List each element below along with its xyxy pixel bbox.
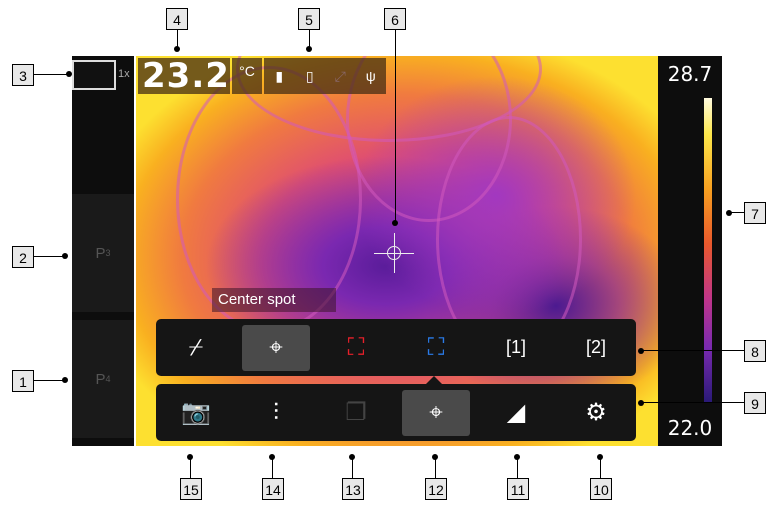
tooltip: Center spot [212, 288, 336, 312]
wifi-off-icon: ⤢ [334, 67, 346, 84]
usb-icon: ψ [365, 68, 376, 84]
callout-11: 11 [507, 478, 529, 500]
callout-1: 1 [12, 370, 34, 392]
callout-dot [638, 348, 644, 354]
preset-p4-letter: P [95, 370, 106, 388]
callout-dot [432, 454, 438, 460]
callout-14: 14 [262, 478, 284, 500]
callout-dot [349, 454, 355, 460]
callout-10: 10 [590, 478, 612, 500]
sd-card-icon: ▯ [305, 67, 314, 84]
callout-dot [306, 46, 312, 52]
toolbar-caret [426, 376, 442, 384]
callout-line [642, 350, 744, 351]
user-preset-1-icon[interactable]: [1] [482, 325, 550, 371]
callout-8: 8 [744, 340, 766, 362]
overlay-icon[interactable]: ❐ [322, 390, 390, 436]
preset-p3-number: 3 [105, 248, 111, 258]
scale-bar [704, 98, 712, 402]
no-measurement-icon[interactable]: ⌿ [162, 325, 230, 371]
callout-13: 13 [342, 478, 364, 500]
callout-2: 2 [12, 246, 34, 268]
callout-dot [269, 454, 275, 460]
callout-line [34, 256, 64, 257]
callout-line [352, 458, 353, 478]
callout-line [190, 458, 191, 478]
measurement-toolbar: ⌿ ⌖ ⛶ ⛶ [1] [2] [156, 319, 636, 376]
callout-dot [62, 377, 68, 383]
callout-15: 15 [180, 478, 202, 500]
callout-line [517, 458, 518, 478]
callout-12: 12 [425, 478, 447, 500]
settings-icon[interactable]: ⚙ [562, 390, 630, 436]
camera-icon[interactable]: 📷 [162, 390, 230, 436]
callout-dot [392, 220, 398, 226]
measurement-icon[interactable]: ⌖ [402, 389, 470, 436]
callout-line [730, 212, 744, 213]
callout-line [34, 74, 68, 75]
user-preset-2-icon[interactable]: [2] [562, 325, 630, 371]
zoom-button[interactable] [72, 60, 116, 90]
temperature-scale: 28.7 22.0 [658, 56, 722, 446]
callout-dot [597, 454, 603, 460]
callout-line [642, 402, 744, 403]
color-palette-icon[interactable]: ◢ [482, 390, 550, 436]
preset-p4-number: 4 [105, 374, 111, 384]
scale-min[interactable]: 22.0 [662, 416, 718, 440]
main-toolbar: 📷 ⫶ ❐ ⌖ ◢ ⚙ [156, 384, 636, 441]
status-icons: ▮ ▯ ⤢ ψ [264, 58, 386, 94]
left-sidebar: 1x P3 P4 [72, 56, 134, 446]
callout-dot [62, 253, 68, 259]
preset-p3-letter: P [95, 244, 106, 262]
hot-spot-icon[interactable]: ⛶ [322, 325, 390, 371]
callout-dot [66, 71, 72, 77]
callout-line [435, 458, 436, 478]
callout-dot [187, 454, 193, 460]
cold-spot-icon[interactable]: ⛶ [402, 325, 470, 371]
callout-5: 5 [298, 8, 320, 30]
temperature-readout: 23.2 [142, 56, 230, 96]
callout-dot [726, 210, 732, 216]
callout-6: 6 [384, 8, 406, 30]
scale-max[interactable]: 28.7 [662, 62, 718, 86]
battery-icon: ▮ [275, 67, 284, 84]
center-spot-crosshair-icon [387, 246, 401, 260]
zoom-label: 1x [118, 68, 130, 80]
callout-line [34, 380, 64, 381]
callout-dot [174, 46, 180, 52]
callout-3: 3 [12, 64, 34, 86]
callout-9: 9 [744, 392, 766, 414]
callout-4: 4 [166, 8, 188, 30]
callout-line [600, 458, 601, 478]
center-spot-icon[interactable]: ⌖ [242, 324, 310, 371]
temperature-unit: °C [232, 58, 262, 94]
preset-p4-button[interactable]: P4 [72, 320, 134, 438]
callout-7: 7 [744, 202, 766, 224]
image-mode-icon[interactable]: ⫶ [242, 390, 310, 436]
callout-dot [638, 400, 644, 406]
callout-line [395, 30, 396, 222]
callout-line [272, 458, 273, 478]
preset-p3-button[interactable]: P3 [72, 194, 134, 312]
callout-dot [514, 454, 520, 460]
